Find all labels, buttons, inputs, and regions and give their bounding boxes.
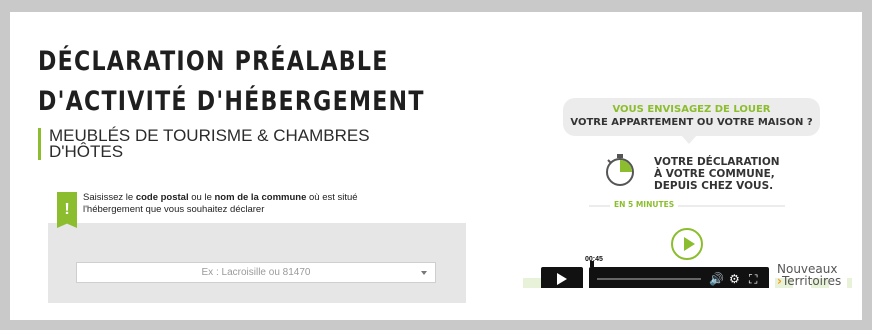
form-area: Ex : Lacroisille ou 81470 [48,223,466,303]
video-message: VOTRE DÉCLARATION À VOTRE COMMUNE, DEPUI… [654,156,780,192]
video-controls: 🔊 ⚙ ⛶ [589,267,769,288]
volume-icon[interactable]: 🔊 [709,272,724,286]
page-title: DÉCLARATION PRÉALABLE D'ACTIVITÉ D'HÉBER… [38,42,425,122]
progress-track[interactable] [597,278,701,280]
commune-select-placeholder: Ex : Lacroisille ou 81470 [201,267,311,278]
commune-select[interactable]: Ex : Lacroisille ou 81470 [76,262,436,283]
speech-bubble: VOUS ENVISAGEZ DE LOUER VOTRE APPARTEMEN… [563,98,820,144]
main-card: DÉCLARATION PRÉALABLE D'ACTIVITÉ D'HÉBER… [10,12,862,320]
video-message-line: DEPUIS CHEZ VOUS. [654,180,774,192]
play-button[interactable] [541,267,583,288]
page-subtitle: MEUBLÉS DE TOURISME & CHAMBRES D'HÔTES [38,127,429,160]
video-player[interactable]: VOUS ENVISAGEZ DE LOUER VOTRE APPARTEMEN… [523,90,852,288]
instruction-text: Saisissez le code postal ou le nom de la… [83,192,358,215]
fullscreen-icon[interactable]: ⛶ [749,272,757,286]
exclamation-icon: ! [57,192,77,228]
page-title-line: D'ACTIVITÉ D'HÉBERGEMENT [38,86,425,117]
video-message-line: VOTRE DÉCLARATION [654,156,780,168]
chevron-down-icon [421,271,427,275]
page-title-line: DÉCLARATION PRÉALABLE [38,46,389,77]
commune-search-panel: Ex : Lacroisille ou 81470 ! Saisissez le… [48,192,466,303]
bubble-line-1: VOUS ENVISAGEZ DE LOUER [612,104,771,115]
settings-icon[interactable]: ⚙ [729,272,740,286]
timer-icon [606,154,634,186]
bubble-line-2: VOTRE APPARTEMENT OU VOTRE MAISON ? [570,117,813,128]
logo-line-2: ›Territoires [777,274,842,288]
nouveaux-territoires-logo[interactable]: Nouveaux ›Territoires [777,263,841,287]
duration-label: EN 5 MINUTES [610,200,679,209]
play-icon[interactable] [671,228,703,260]
progress-knob[interactable] [590,261,594,267]
video-message-line: À VOTRE COMMUNE, [654,168,775,180]
